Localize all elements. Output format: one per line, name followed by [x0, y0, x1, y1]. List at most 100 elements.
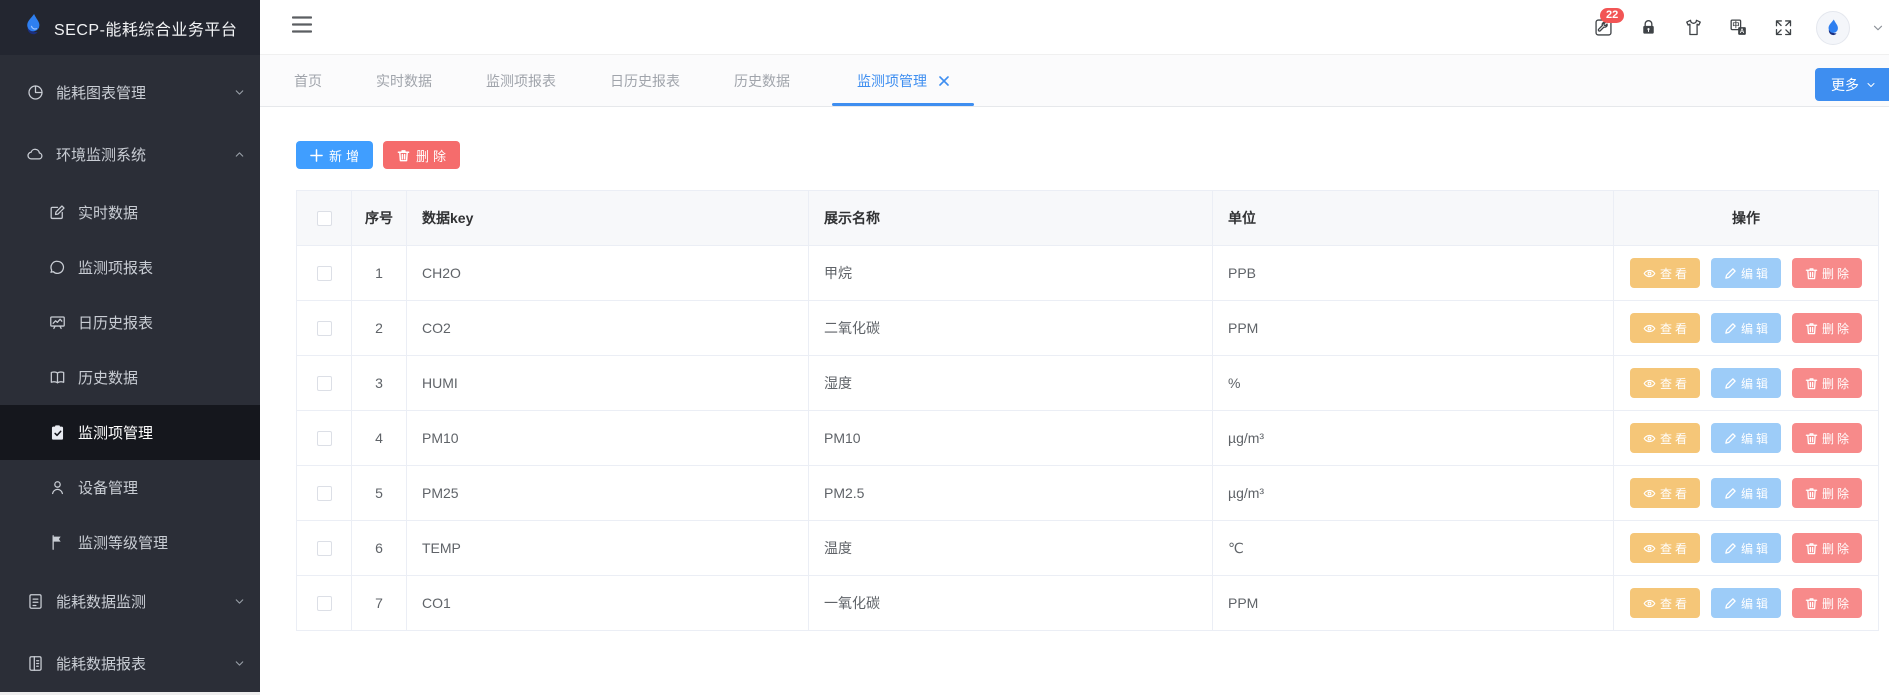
chevron-down-icon: [1865, 79, 1877, 91]
row-select-cell: [297, 521, 352, 576]
eye-icon: [1643, 487, 1656, 500]
app-logo: SECP-能耗综合业务平台: [0, 0, 260, 55]
lock-screen-icon[interactable]: [1636, 16, 1660, 40]
row-unit-cell: %: [1213, 356, 1614, 411]
row-delete-button[interactable]: 删除: [1792, 368, 1862, 398]
sidebar-item-monitor-level-mgmt[interactable]: 监测等级管理: [0, 515, 260, 570]
table-row: 3HUMI湿度%查看编辑删除: [297, 356, 1879, 411]
row-delete-button[interactable]: 删除: [1792, 533, 1862, 563]
column-header: 序号: [352, 191, 407, 246]
tab-daily-history-report[interactable]: 日历史报表: [598, 55, 692, 106]
row-unit-cell: µg/m³: [1213, 466, 1614, 521]
tab-home[interactable]: 首页: [282, 55, 334, 106]
row-number-cell: 2: [352, 301, 407, 356]
row-delete-button[interactable]: 删除: [1792, 423, 1862, 453]
delete-button[interactable]: 删除: [383, 141, 460, 169]
row-view-button[interactable]: 查看: [1630, 258, 1700, 288]
translate-language-icon[interactable]: 中A: [1726, 16, 1750, 40]
sidebar-item-history-data[interactable]: 历史数据: [0, 350, 260, 405]
trash-icon: [1805, 542, 1818, 555]
table-toolbar: 新增 删除: [296, 141, 1878, 169]
theme-tshirt-icon[interactable]: [1681, 16, 1705, 40]
app-window: SECP-能耗综合业务平台 能耗图表管理环境监测系统实时数据监测项报表日历史报表…: [0, 0, 1889, 695]
sidebar-item-monitor-item-mgmt[interactable]: 监测项管理: [0, 405, 260, 460]
row-edit-button[interactable]: 编辑: [1711, 423, 1781, 453]
row-key-cell: PM10: [407, 411, 809, 466]
row-name-cell: 甲烷: [809, 246, 1213, 301]
more-button[interactable]: 更多: [1815, 68, 1889, 101]
row-view-button[interactable]: 查看: [1630, 368, 1700, 398]
trash-icon: [1805, 597, 1818, 610]
top-header: 22 中A: [260, 0, 1889, 55]
svg-text:A: A: [1739, 29, 1744, 35]
row-actions-cell: 查看编辑删除: [1614, 521, 1879, 576]
sidebar-item-energy-data-monitor[interactable]: 能耗数据监测: [0, 570, 260, 632]
column-header: 操作: [1614, 191, 1879, 246]
row-edit-button[interactable]: 编辑: [1711, 368, 1781, 398]
row-actions-cell: 查看编辑删除: [1614, 356, 1879, 411]
pencil-icon: [1724, 322, 1737, 335]
row-view-button[interactable]: 查看: [1630, 478, 1700, 508]
chevron-down-icon: [233, 595, 246, 608]
row-checkbox[interactable]: [317, 596, 332, 611]
eye-icon: [1643, 597, 1656, 610]
sidebar: SECP-能耗综合业务平台 能耗图表管理环境监测系统实时数据监测项报表日历史报表…: [0, 0, 260, 695]
row-checkbox[interactable]: [317, 541, 332, 556]
row-key-cell: CH2O: [407, 246, 809, 301]
row-delete-button[interactable]: 删除: [1792, 313, 1862, 343]
row-edit-button[interactable]: 编辑: [1711, 588, 1781, 618]
tab-monitor-item-mgmt[interactable]: 监测项管理: [832, 55, 974, 106]
row-checkbox[interactable]: [317, 321, 332, 336]
row-actions-cell: 查看编辑删除: [1614, 411, 1879, 466]
row-view-button[interactable]: 查看: [1630, 423, 1700, 453]
sidebar-item-monitor-item-report[interactable]: 监测项报表: [0, 240, 260, 295]
sidebar-item-device-mgmt[interactable]: 设备管理: [0, 460, 260, 515]
sidebar-item-daily-history-report[interactable]: 日历史报表: [0, 295, 260, 350]
message-tools-icon[interactable]: 22: [1591, 16, 1615, 40]
close-tab-icon[interactable]: [939, 76, 949, 86]
sidebar-item-env-monitor-system[interactable]: 环境监测系统: [0, 123, 260, 185]
row-select-cell: [297, 246, 352, 301]
row-delete-button[interactable]: 删除: [1792, 588, 1862, 618]
row-delete-button[interactable]: 删除: [1792, 258, 1862, 288]
plus-icon: [310, 149, 323, 162]
row-edit-button[interactable]: 编辑: [1711, 478, 1781, 508]
row-edit-button[interactable]: 编辑: [1711, 258, 1781, 288]
row-checkbox[interactable]: [317, 376, 332, 391]
row-name-cell: PM10: [809, 411, 1213, 466]
tab-monitor-item-report[interactable]: 监测项报表: [474, 55, 568, 106]
user-menu-chevron-down-icon[interactable]: [1871, 21, 1885, 35]
row-delete-button[interactable]: 删除: [1792, 478, 1862, 508]
sidebar-item-realtime-data[interactable]: 实时数据: [0, 185, 260, 240]
column-header: 数据key: [407, 191, 809, 246]
row-view-button[interactable]: 查看: [1630, 533, 1700, 563]
sidebar-item-label: 环境监测系统: [56, 144, 233, 165]
row-select-cell: [297, 301, 352, 356]
fullscreen-icon[interactable]: [1771, 16, 1795, 40]
row-view-button[interactable]: 查看: [1630, 588, 1700, 618]
user-avatar[interactable]: [1816, 11, 1850, 45]
tab-history-data[interactable]: 历史数据: [722, 55, 802, 106]
row-checkbox[interactable]: [317, 266, 332, 281]
row-name-cell: 二氧化碳: [809, 301, 1213, 356]
sidebar-item-energy-chart-mgmt[interactable]: 能耗图表管理: [0, 61, 260, 123]
row-edit-button[interactable]: 编辑: [1711, 533, 1781, 563]
add-button[interactable]: 新增: [296, 141, 373, 169]
row-checkbox[interactable]: [317, 486, 332, 501]
row-view-button[interactable]: 查看: [1630, 313, 1700, 343]
trash-icon: [1805, 432, 1818, 445]
menu-toggle-icon[interactable]: [292, 16, 314, 38]
eye-icon: [1643, 322, 1656, 335]
sidebar-item-energy-data-report[interactable]: 能耗数据报表: [0, 632, 260, 694]
tab-label: 实时数据: [376, 71, 432, 91]
tab-realtime-data[interactable]: 实时数据: [364, 55, 444, 106]
clipboard-check-icon: [48, 423, 67, 442]
pencil-icon: [1724, 267, 1737, 280]
tab-label: 监测项管理: [857, 71, 927, 91]
row-edit-button[interactable]: 编辑: [1711, 313, 1781, 343]
pencil-icon: [1724, 597, 1737, 610]
cloud-icon: [26, 145, 45, 164]
select-all-checkbox[interactable]: [317, 211, 332, 226]
eye-icon: [1643, 432, 1656, 445]
row-checkbox[interactable]: [317, 431, 332, 446]
